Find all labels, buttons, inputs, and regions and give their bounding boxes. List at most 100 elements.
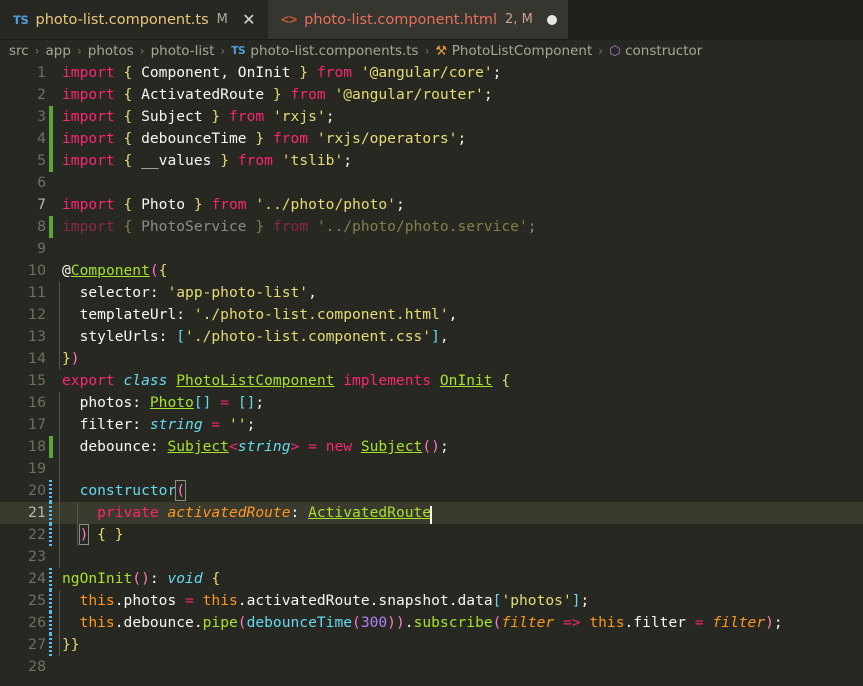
code-line[interactable]: 10 @Component({ (0, 260, 863, 282)
code-text: import { debounceTime } from 'rxjs/opera… (62, 130, 467, 147)
breadcrumb-item-src[interactable]: src (9, 43, 29, 59)
line-number: 8 (37, 219, 46, 235)
code-text: filter: string = ''; (79, 416, 256, 433)
line-number: 10 (28, 263, 46, 279)
indent-guide (59, 590, 60, 656)
code-line[interactable]: 21 private activatedRoute: ActivatedRout… (0, 502, 863, 524)
line-number: 21 (28, 505, 46, 521)
code-text: export class PhotoListComponent implemen… (62, 372, 511, 389)
code-text: templateUrl: './photo-list.component.htm… (79, 306, 458, 323)
code-line[interactable]: 2 import { ActivatedRoute } from '@angula… (0, 84, 863, 106)
breadcrumb-label: src (9, 43, 29, 59)
breadcrumb-separator: › (598, 44, 604, 58)
code-line[interactable]: 7 import { Photo } from '../photo/photo'; (0, 194, 863, 216)
line-number: 9 (37, 241, 46, 257)
tab-label: photo-list.component.html (304, 11, 498, 28)
code-text: debounce: Subject<string> = new Subject(… (79, 438, 449, 455)
code-editor[interactable]: 1 import { Component, OnInit } from '@ang… (0, 62, 863, 686)
typescript-file-icon: TS (13, 12, 29, 27)
tab-problems-badge: 2, M (505, 12, 533, 27)
line-number: 19 (28, 461, 46, 477)
line-number: 18 (28, 439, 46, 455)
code-line[interactable]: 15 export class PhotoListComponent implem… (0, 370, 863, 392)
tab-modified-badge: M (216, 12, 228, 27)
breadcrumb-label: constructor (625, 43, 703, 59)
tab-photo-list-component-ts[interactable]: TS photo-list.component.ts M ✕ (0, 0, 268, 39)
code-line[interactable]: 26 this.debounce.pipe(debounceTime(300))… (0, 612, 863, 634)
code-line[interactable]: 13 styleUrls: ['./photo-list.component.c… (0, 326, 863, 348)
code-line[interactable]: 28 (0, 656, 863, 678)
code-text: selector: 'app-photo-list', (79, 284, 317, 301)
breadcrumb-separator: › (139, 44, 145, 58)
line-number: 28 (28, 659, 46, 675)
code-line[interactable]: 6 (0, 172, 863, 194)
code-line[interactable]: 16 photos: Photo[] = []; (0, 392, 863, 414)
breadcrumb-label: photo-list.components.ts (250, 43, 419, 59)
code-line[interactable]: 25 this.photos = this.activatedRoute.sna… (0, 590, 863, 612)
unsaved-dot-icon[interactable] (546, 14, 557, 25)
line-number: 27 (28, 637, 46, 653)
code-line[interactable]: 23 (0, 546, 863, 568)
line-number: 11 (28, 285, 46, 301)
code-line[interactable]: 14}) (0, 348, 863, 370)
breadcrumb-separator: › (220, 44, 226, 58)
code-text: photos: Photo[] = []; (79, 394, 265, 411)
code-text: private activatedRoute: ActivatedRoute (46, 502, 863, 524)
code-line[interactable]: 1 import { Component, OnInit } from '@ang… (0, 62, 863, 84)
line-number: 5 (37, 153, 46, 169)
line-number: 16 (28, 395, 46, 411)
code-text: import { __values } from 'tslib'; (62, 152, 353, 169)
code-line[interactable]: 24 ngOnInit(): void { (0, 568, 863, 590)
line-number: 3 (37, 109, 46, 125)
close-icon[interactable]: ✕ (241, 11, 257, 28)
code-text: @Component({ (62, 262, 168, 279)
line-number: 12 (28, 307, 46, 323)
code-line[interactable]: 11 selector: 'app-photo-list', (0, 282, 863, 304)
code-text: }} (62, 636, 80, 653)
line-number: 20 (28, 483, 46, 499)
line-number: 6 (37, 175, 46, 191)
breadcrumb-label: app (45, 43, 71, 59)
editor-tab-bar: TS photo-list.component.ts M ✕ <> photo-… (0, 0, 863, 40)
typescript-file-icon: TS (231, 45, 246, 57)
breadcrumb-label: photo-list (150, 43, 215, 59)
code-line[interactable]: 27}} (0, 634, 863, 656)
breadcrumb-item-photo-list[interactable]: photo-list (151, 43, 215, 59)
code-text: ) { } (78, 524, 124, 545)
code-line[interactable]: 9 (0, 238, 863, 260)
code-line[interactable]: 5 import { __values } from 'tslib'; (0, 150, 863, 172)
code-line[interactable]: 18 debounce: Subject<string> = new Subje… (0, 436, 863, 458)
breadcrumb-item-app[interactable]: app (46, 43, 71, 59)
code-line[interactable]: 12 templateUrl: './photo-list.component.… (0, 304, 863, 326)
code-line[interactable]: 22 ) { } (0, 524, 863, 546)
breadcrumb-item-photolistcomponent[interactable]: ⚒ PhotoListComponent (435, 43, 592, 59)
code-text: import { Subject } from 'rxjs'; (62, 108, 335, 125)
line-number: 7 (37, 197, 46, 213)
code-line[interactable]: 3 import { Subject } from 'rxjs'; (0, 106, 863, 128)
method-symbol-icon: ⬡ (609, 43, 621, 59)
code-line[interactable]: 17 filter: string = ''; (0, 414, 863, 436)
tab-label: photo-list.component.ts (35, 11, 209, 28)
line-number: 15 (28, 373, 46, 389)
code-line[interactable]: 20 constructor( (0, 480, 863, 502)
class-symbol-icon: ⚒ (435, 43, 447, 59)
line-number: 14 (28, 351, 46, 367)
code-line[interactable]: 8 import { PhotoService } from '../photo/… (0, 216, 863, 238)
tab-photo-list-component-html[interactable]: <> photo-list.component.html 2, M (267, 0, 568, 39)
breadcrumb-label: photos (87, 43, 134, 59)
code-text: import { Component, OnInit } from '@angu… (62, 64, 502, 81)
indent-guide (76, 502, 78, 546)
code-text: constructor( (79, 480, 187, 501)
breadcrumb-item-constructor[interactable]: ⬡ constructor (609, 43, 702, 59)
code-text: import { PhotoService } from '../photo/p… (62, 218, 537, 235)
code-line[interactable]: 19 (0, 458, 863, 480)
code-text: this.debounce.pipe(debounceTime(300)).su… (79, 614, 783, 631)
line-number: 2 (37, 87, 46, 103)
breadcrumb-item-photos[interactable]: photos (88, 43, 134, 59)
code-line[interactable]: 4 import { debounceTime } from 'rxjs/oper… (0, 128, 863, 150)
indent-guide (59, 282, 60, 370)
breadcrumb-item-photo-list-components-ts[interactable]: TS photo-list.components.ts (231, 43, 418, 59)
indent-guide (59, 392, 60, 568)
breadcrumb-separator: › (76, 44, 82, 58)
html-file-icon: <> (280, 11, 298, 28)
